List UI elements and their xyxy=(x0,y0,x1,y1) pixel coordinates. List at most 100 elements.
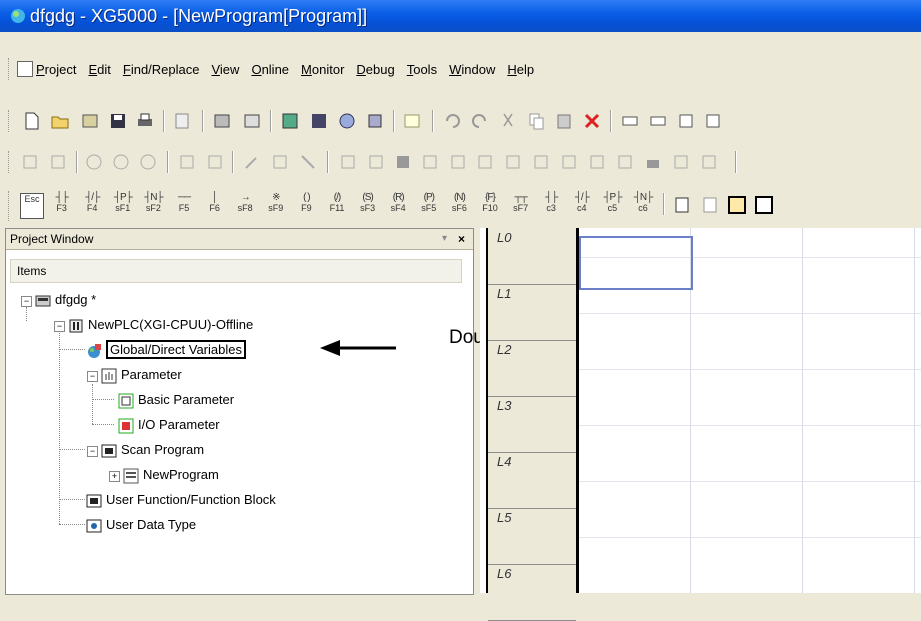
tree-item-io-parameter[interactable]: I/O Parameter xyxy=(118,414,220,436)
monitor-icon[interactable] xyxy=(242,111,262,131)
cut-icon[interactable] xyxy=(498,111,518,131)
ladder-key-sf3[interactable]: (S) sF3 xyxy=(357,193,379,217)
tool-e-icon[interactable] xyxy=(448,152,468,172)
tree-item-user-function[interactable]: User Function/Function Block xyxy=(86,489,276,511)
ladder-key-sf9[interactable]: ※ sF9 xyxy=(265,193,287,217)
ladder-key-f11[interactable]: (/) F11 xyxy=(326,193,348,217)
zoom-view-icon[interactable] xyxy=(754,195,774,215)
ladder-key-f10[interactable]: {F} F10 xyxy=(479,193,501,217)
ladder-key-sf7[interactable]: ┬┬ sF7 xyxy=(510,193,532,217)
menu-find-replace[interactable]: Find/Replace xyxy=(123,62,200,77)
tree-item-scan-program[interactable]: Scan Program xyxy=(101,439,204,461)
disc-icon[interactable] xyxy=(337,111,357,131)
comment-view-icon[interactable] xyxy=(727,195,747,215)
new-file-icon[interactable] xyxy=(22,111,42,131)
tree-item-plc[interactable]: NewPLC(XGI-CPUU)-Offline xyxy=(68,314,253,336)
menu-edit[interactable]: Edit xyxy=(88,62,110,77)
items-column-header[interactable]: Items xyxy=(10,259,462,283)
menu-project[interactable]: Project xyxy=(36,62,76,77)
ladder-row-label[interactable]: L5 xyxy=(488,508,576,565)
ladder-key-sf4[interactable]: (R) sF4 xyxy=(387,193,409,217)
monitor-stop-icon[interactable] xyxy=(298,152,318,172)
delete-column-icon[interactable] xyxy=(703,111,723,131)
tool-m-icon[interactable] xyxy=(671,152,691,172)
redo-icon[interactable] xyxy=(470,111,490,131)
delete-icon[interactable] xyxy=(582,111,602,131)
document-icon[interactable] xyxy=(17,61,33,77)
ladder-key-f9[interactable]: ( ) F9 xyxy=(295,193,317,217)
ladder-key-c6[interactable]: ┤N├ c6 xyxy=(632,193,654,217)
ladder-key-sf1[interactable]: ┤P├ sF1 xyxy=(112,193,134,217)
open-project-icon[interactable] xyxy=(80,111,100,131)
insert-column-icon[interactable] xyxy=(676,111,696,131)
ladder-row-label[interactable]: L4 xyxy=(488,452,576,509)
help-icon[interactable] xyxy=(402,111,422,131)
ladder-key-f4[interactable]: ┤/├ F4 xyxy=(81,193,103,217)
ladder-key-c5[interactable]: ┤P├ c5 xyxy=(601,193,623,217)
tool-b-icon[interactable] xyxy=(366,152,386,172)
ladder-key-esc[interactable]: Esc xyxy=(20,193,44,219)
ladder-key-f6[interactable]: │ F6 xyxy=(204,193,226,217)
disconnect-icon[interactable] xyxy=(48,152,68,172)
menu-window[interactable]: Window xyxy=(449,62,495,77)
ladder-view-icon[interactable] xyxy=(672,195,692,215)
tool-n-icon[interactable] xyxy=(699,152,719,172)
print-icon[interactable] xyxy=(135,111,155,131)
ladder-key-sf8[interactable]: → sF8 xyxy=(234,193,256,217)
menu-online[interactable]: Online xyxy=(251,62,289,77)
open-folder-icon[interactable] xyxy=(50,111,70,131)
collapse-root-toggle[interactable]: − xyxy=(21,296,32,307)
ladder-key-c4[interactable]: ┤/├ c4 xyxy=(571,193,593,217)
tool-h-icon[interactable] xyxy=(531,152,551,172)
toolbar-grip[interactable] xyxy=(8,191,12,221)
tree-item-new-program[interactable]: NewProgram xyxy=(123,464,219,486)
print-preview-icon[interactable] xyxy=(172,111,192,131)
toolbar-grip[interactable] xyxy=(8,110,12,132)
collapse-scan-program-toggle[interactable]: − xyxy=(87,446,98,457)
paste-icon[interactable] xyxy=(554,111,574,131)
insert-line-icon[interactable] xyxy=(620,111,640,131)
menu-tools[interactable]: Tools xyxy=(407,62,437,77)
connect-icon[interactable] xyxy=(20,152,40,172)
menubar-grip[interactable] xyxy=(8,58,12,80)
stop-icon[interactable] xyxy=(111,152,131,172)
tool-d-icon[interactable] xyxy=(420,152,440,172)
tree-item-project[interactable]: dfgdg * xyxy=(35,289,96,311)
undo-icon[interactable] xyxy=(442,111,462,131)
collapse-parameter-toggle[interactable]: − xyxy=(87,371,98,382)
pin-icon[interactable]: ▾ xyxy=(442,229,447,249)
tool-i-icon[interactable] xyxy=(559,152,579,172)
tree-item-basic-parameter[interactable]: Basic Parameter xyxy=(118,389,234,411)
ladder-row-label[interactable]: L2 xyxy=(488,340,576,397)
variables-icon[interactable] xyxy=(280,111,300,131)
tool-k-icon[interactable] xyxy=(615,152,635,172)
menu-help[interactable]: Help xyxy=(507,62,534,77)
menu-view[interactable]: View xyxy=(211,62,239,77)
close-icon[interactable]: × xyxy=(458,229,465,249)
tree-item-user-data-type[interactable]: User Data Type xyxy=(86,514,196,536)
write-plc-icon[interactable] xyxy=(205,152,225,172)
tool-c-icon[interactable] xyxy=(393,152,413,172)
monitor-pause-icon[interactable] xyxy=(270,152,290,172)
menu-debug[interactable]: Debug xyxy=(356,62,394,77)
tool-g-icon[interactable] xyxy=(503,152,523,172)
tool-j-icon[interactable] xyxy=(587,152,607,172)
expand-new-program-toggle[interactable]: + xyxy=(109,471,120,482)
tree-item-parameter[interactable]: Parameter xyxy=(101,364,182,386)
tool-a-icon[interactable] xyxy=(338,152,358,172)
tool-l-icon[interactable] xyxy=(643,152,663,172)
io-icon[interactable] xyxy=(309,111,329,131)
ladder-key-sf2[interactable]: ┤N├ sF2 xyxy=(142,193,164,217)
copy-icon[interactable] xyxy=(526,111,546,131)
il-view-icon[interactable] xyxy=(700,195,720,215)
ladder-row-label[interactable]: L0 xyxy=(488,228,576,285)
ladder-row-label[interactable]: L1 xyxy=(488,284,576,341)
pause-icon[interactable] xyxy=(138,152,158,172)
tree-item-global-variables[interactable]: Global/Direct Variables xyxy=(86,339,246,361)
monitor-start-icon[interactable] xyxy=(242,152,262,172)
run-icon[interactable] xyxy=(84,152,104,172)
ladder-key-c3[interactable]: ┤├ c3 xyxy=(540,193,562,217)
ladder-key-f3[interactable]: ┤├ F3 xyxy=(51,193,73,217)
menu-monitor[interactable]: Monitor xyxy=(301,62,344,77)
tool-f-icon[interactable] xyxy=(475,152,495,172)
